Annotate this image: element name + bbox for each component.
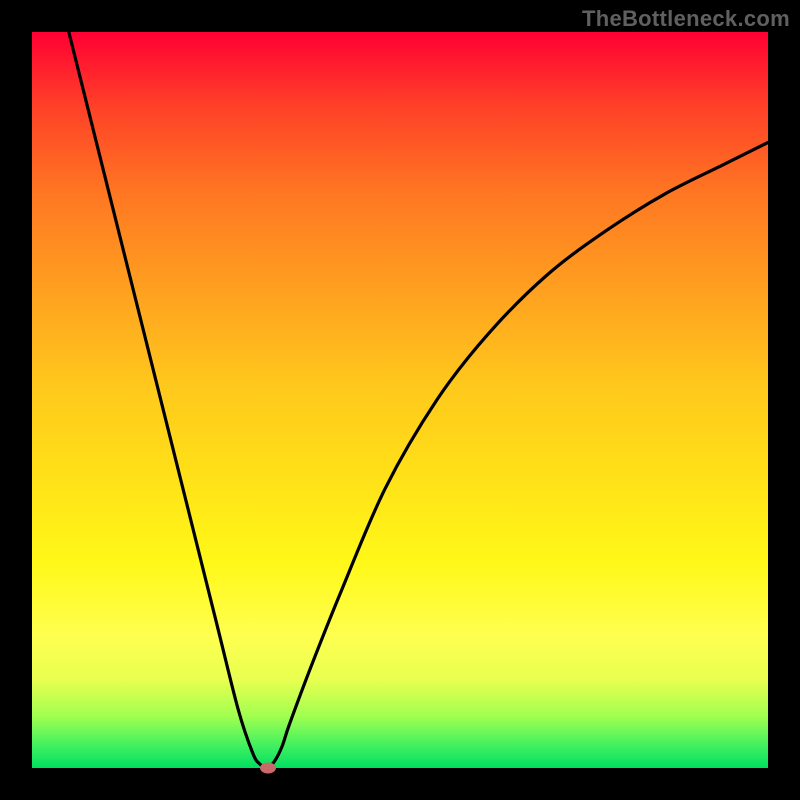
chart-frame: TheBottleneck.com (0, 0, 800, 800)
plot-area (32, 32, 768, 768)
minimum-marker (260, 763, 276, 774)
watermark-text: TheBottleneck.com (582, 6, 790, 32)
bottleneck-curve (32, 32, 768, 768)
